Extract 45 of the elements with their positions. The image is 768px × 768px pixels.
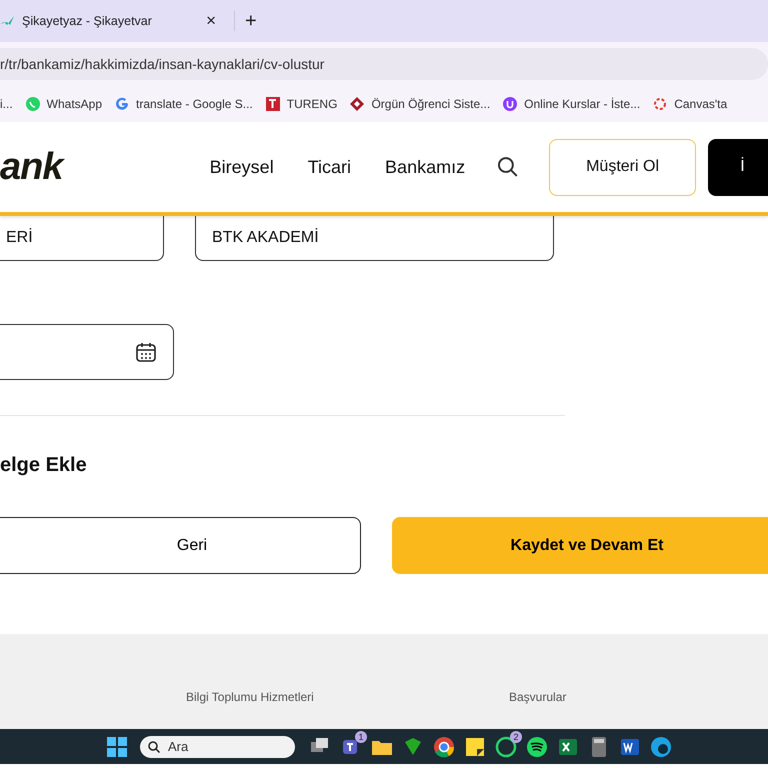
bookmark[interactable]: WhatsApp: [24, 96, 102, 112]
save-continue-button[interactable]: Kaydet ve Devam Et: [392, 517, 768, 574]
search-placeholder: Ara: [168, 739, 188, 754]
login-button[interactable]: İ: [708, 138, 768, 196]
address-bar[interactable]: r/tr/bankamiz/hakkimizda/insan-kaynaklari/cv-olustur: [0, 48, 768, 80]
bookmark[interactable]: Canvas'ta: [652, 96, 728, 112]
section-title: elge Ekle: [0, 454, 88, 477]
text-field[interactable]: BTK AKADEMİ: [195, 216, 554, 261]
bookmark[interactable]: TURENG: [264, 96, 338, 112]
nav-link[interactable]: Bireysel: [210, 156, 274, 178]
search-icon[interactable]: [497, 156, 519, 178]
calendar-icon: [135, 341, 157, 363]
diamond-icon: [349, 96, 366, 112]
notification-badge: 1: [355, 730, 367, 742]
taskbar-search[interactable]: Ara: [140, 736, 295, 758]
bookmark[interactable]: Online Kurslar - İste...: [502, 96, 640, 112]
chrome-icon[interactable]: [432, 734, 456, 758]
footer-link[interactable]: Başvurular: [509, 690, 566, 704]
back-button[interactable]: Geri: [0, 517, 361, 574]
wave-logo-icon: [0, 15, 14, 27]
whatsapp-icon: [24, 96, 41, 112]
tureng-icon: [264, 96, 281, 112]
u-letter-icon: [502, 96, 518, 112]
edge-icon[interactable]: [649, 734, 673, 758]
footer-link[interactable]: Bilgi Toplumu Hizmetleri: [186, 690, 314, 704]
date-field[interactable]: [0, 324, 174, 380]
ring-dots-icon: [652, 96, 668, 112]
bank-logo[interactable]: ank: [0, 146, 198, 188]
nav-link[interactable]: Bankamız: [385, 156, 466, 178]
close-tab-button[interactable]: ×: [202, 11, 220, 31]
notification-badge: 2: [510, 730, 522, 742]
google-icon: [114, 96, 130, 112]
become-customer-button[interactable]: Müşteri Ol: [548, 138, 696, 196]
nav-link[interactable]: Ticari: [308, 156, 352, 178]
text-field[interactable]: ERİ: [0, 216, 164, 261]
search-icon: [148, 740, 160, 752]
tab-title: Şikayetyaz - Şikayetvar: [22, 14, 152, 28]
browser-tab[interactable]: Şikayetyaz - Şikayetvar ×: [0, 0, 228, 42]
bookmark[interactable]: translate - Google S...: [114, 96, 253, 112]
bookmark[interactable]: i...: [0, 97, 13, 111]
windows-start-icon[interactable]: [107, 736, 127, 756]
bookmark[interactable]: Örgün Öğrenci Siste...: [349, 96, 490, 112]
chat-icon[interactable]: [494, 734, 518, 758]
spotify-icon[interactable]: [525, 734, 549, 758]
new-tab-button[interactable]: +: [241, 10, 261, 32]
